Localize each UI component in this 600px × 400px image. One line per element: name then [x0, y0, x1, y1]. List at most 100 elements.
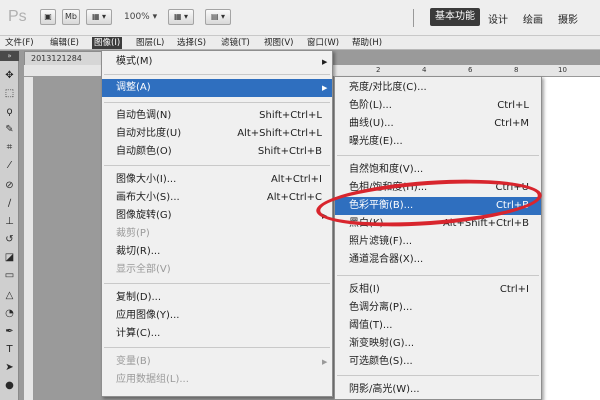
- menu-item-label: 色调分离(P)...: [349, 302, 413, 313]
- menu-item-label: 反相(I): [349, 284, 380, 295]
- menu-item-adjustments[interactable]: 调整(A) ▶: [102, 79, 332, 97]
- menu-item-label: 色阶(L)...: [349, 100, 392, 111]
- ruler-number: 2: [376, 66, 381, 74]
- menu-item-apply-data-set: 应用数据组(L)...: [102, 371, 332, 389]
- menu-item-shortcut: Shift+Ctrl+L: [259, 110, 322, 121]
- workspace-photography-button[interactable]: 摄影: [558, 11, 578, 26]
- menu-file[interactable]: 文件(F): [3, 37, 36, 49]
- menu-item-label: 通道混合器(X)...: [349, 254, 424, 265]
- menu-item-selective-color[interactable]: 可选颜色(S)...: [335, 353, 541, 371]
- menu-item-curves[interactable]: 曲线(U)... Ctrl+M: [335, 115, 541, 133]
- menu-layer[interactable]: 图层(L): [134, 37, 166, 49]
- menu-item-label: 渐变映射(G)...: [349, 338, 415, 349]
- gradient-tool-icon[interactable]: ▭: [2, 269, 17, 283]
- crop-tool-icon[interactable]: ⌗: [2, 141, 17, 155]
- menu-help[interactable]: 帮助(H): [350, 37, 384, 49]
- blur-tool-icon[interactable]: △: [2, 289, 17, 303]
- menu-item-photo-filter[interactable]: 照片滤镜(F)...: [335, 233, 541, 251]
- bridge-icon[interactable]: ▣: [40, 9, 56, 25]
- menu-item-shortcut: Shift+Ctrl+B: [257, 146, 322, 157]
- eraser-tool-icon[interactable]: ◪: [2, 251, 17, 265]
- brush-tool-icon[interactable]: ∕: [2, 197, 17, 211]
- shape-tool-icon[interactable]: ●: [2, 379, 17, 393]
- screen-mode-icon[interactable]: ▤ ▾: [205, 9, 231, 25]
- menu-item-exposure[interactable]: 曝光度(E)...: [335, 133, 541, 151]
- menu-item-canvas-size[interactable]: 画布大小(S)... Alt+Ctrl+C: [102, 189, 332, 207]
- menu-item-auto-contrast[interactable]: 自动对比度(U) Alt+Shift+Ctrl+L: [102, 125, 332, 143]
- menu-item-label: 照片滤镜(F)...: [349, 236, 413, 247]
- arrange-icon[interactable]: ▦ ▾: [168, 9, 194, 25]
- menu-item-duplicate[interactable]: 复制(D)...: [102, 289, 332, 307]
- eyedropper-tool-icon[interactable]: ⁄: [2, 159, 17, 173]
- dodge-tool-icon[interactable]: ◔: [2, 307, 17, 321]
- menu-item-reveal-all: 显示全部(V): [102, 261, 332, 279]
- menu-item-label: 应用数据组(L)...: [116, 374, 189, 385]
- move-tool-icon[interactable]: ✥: [2, 69, 17, 83]
- menu-edit[interactable]: 编辑(E): [48, 37, 81, 49]
- menu-item-channel-mixer[interactable]: 通道混合器(X)...: [335, 251, 541, 269]
- menu-item-label: 模式(M): [116, 56, 153, 67]
- ruler-number: 8: [514, 66, 519, 74]
- menu-item-label: 图像旋转(G): [116, 210, 172, 221]
- workspace-design-button[interactable]: 设计: [488, 11, 508, 26]
- menu-item-auto-color[interactable]: 自动颜色(O) Shift+Ctrl+B: [102, 143, 332, 161]
- menu-item-brightness-contrast[interactable]: 亮度/对比度(C)...: [335, 79, 541, 97]
- document-tab[interactable]: 2013121284: [24, 51, 104, 65]
- healing-brush-tool-icon[interactable]: ⊘: [2, 179, 17, 193]
- menu-window[interactable]: 窗口(W): [305, 37, 341, 49]
- menu-item-mode[interactable]: 模式(M) ▶: [102, 53, 332, 71]
- menu-item-label: 阈值(T)...: [349, 320, 393, 331]
- menu-item-label: 自动对比度(U): [116, 128, 182, 139]
- menu-item-crop: 裁剪(P): [102, 225, 332, 243]
- marquee-tool-icon[interactable]: ⬚: [2, 87, 17, 101]
- menu-filter[interactable]: 滤镜(T): [219, 37, 252, 49]
- menu-item-shadows-highlights[interactable]: 阴影/高光(W)...: [335, 381, 541, 399]
- menu-item-shortcut: Alt+Ctrl+I: [270, 174, 322, 185]
- zoom-level-dropdown[interactable]: 100% ▾: [124, 12, 157, 22]
- menu-item-gradient-map[interactable]: 渐变映射(G)...: [335, 335, 541, 353]
- quick-select-tool-icon[interactable]: ✎: [2, 123, 17, 137]
- menu-item-image-rotation[interactable]: 图像旋转(G) ▶: [102, 207, 332, 225]
- tools-panel-collapse-icon[interactable]: »: [0, 51, 19, 61]
- menu-item-levels[interactable]: 色阶(L)... Ctrl+L: [335, 97, 541, 115]
- workspace-essentials-button[interactable]: 基本功能: [430, 8, 480, 26]
- clone-stamp-tool-icon[interactable]: ⊥: [2, 215, 17, 229]
- menu-image[interactable]: 图像(I): [92, 37, 123, 49]
- menu-separator: [337, 375, 539, 376]
- menu-item-label: 应用图像(Y)...: [116, 310, 180, 321]
- history-brush-tool-icon[interactable]: ↺: [2, 233, 17, 247]
- minibridge-button[interactable]: Mb: [62, 9, 80, 25]
- menu-item-label: 显示全部(V): [116, 264, 171, 275]
- menu-item-label: 自动颜色(O): [116, 146, 172, 157]
- view-extras-icon[interactable]: ▦ ▾: [86, 9, 112, 25]
- workspace-painting-button[interactable]: 绘画: [523, 11, 543, 26]
- type-tool-icon[interactable]: T: [2, 343, 17, 357]
- menu-item-apply-image[interactable]: 应用图像(Y)...: [102, 307, 332, 325]
- menu-item-calculations[interactable]: 计算(C)...: [102, 325, 332, 343]
- menu-item-label: 裁切(R)...: [116, 246, 161, 257]
- menu-item-shortcut: Ctrl+L: [497, 100, 529, 111]
- menu-item-posterize[interactable]: 色调分离(P)...: [335, 299, 541, 317]
- menu-item-label: 自然饱和度(V)...: [349, 164, 424, 175]
- menu-item-shortcut: Alt+Ctrl+C: [266, 192, 322, 203]
- lasso-tool-icon[interactable]: ϙ: [2, 105, 17, 119]
- menu-item-auto-tone[interactable]: 自动色调(N) Shift+Ctrl+L: [102, 107, 332, 125]
- menu-item-invert[interactable]: 反相(I) Ctrl+I: [335, 281, 541, 299]
- menu-select[interactable]: 选择(S): [175, 37, 208, 49]
- pen-tool-icon[interactable]: ✒: [2, 325, 17, 339]
- menu-item-label: 裁剪(P): [116, 228, 150, 239]
- menu-separator: [337, 155, 539, 156]
- menu-item-label: 调整(A): [116, 82, 151, 93]
- submenu-arrow-icon: ▶: [322, 84, 328, 92]
- zoom-level-value: 100%: [124, 12, 150, 22]
- menu-view[interactable]: 视图(V): [262, 37, 295, 49]
- ruler-number: 10: [558, 66, 567, 74]
- menu-item-image-size[interactable]: 图像大小(I)... Alt+Ctrl+I: [102, 171, 332, 189]
- menu-item-trim[interactable]: 裁切(R)...: [102, 243, 332, 261]
- menu-item-label: 阴影/高光(W)...: [349, 384, 420, 395]
- menu-item-threshold[interactable]: 阈值(T)...: [335, 317, 541, 335]
- menu-item-vibrance[interactable]: 自然饱和度(V)...: [335, 161, 541, 179]
- menu-separator: [337, 275, 539, 276]
- menu-item-label: 计算(C)...: [116, 328, 161, 339]
- path-selection-tool-icon[interactable]: ➤: [2, 361, 17, 375]
